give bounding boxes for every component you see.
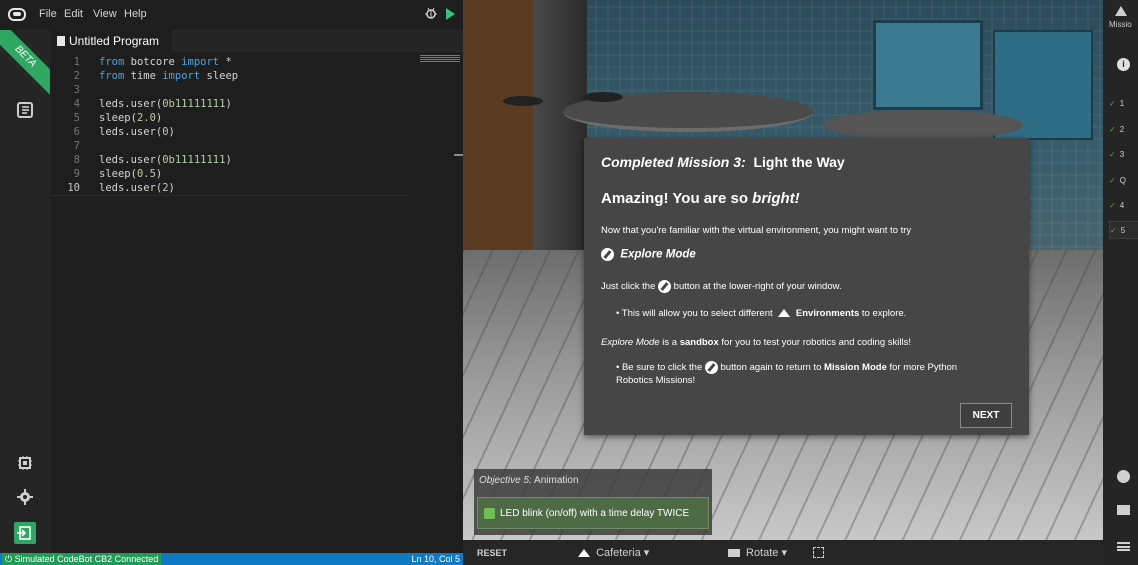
code-line: 3	[50, 84, 410, 98]
objective-title: Objective 5: Animation	[479, 475, 579, 486]
line-code: sleep(0.5)	[99, 168, 163, 180]
mission-item[interactable]: ✓ Q	[1109, 172, 1138, 190]
next-button[interactable]: NEXT	[960, 403, 1012, 428]
chip-icon[interactable]	[16, 454, 34, 472]
line-code: leds.user(0b11111111)	[99, 98, 232, 110]
info-icon[interactable]: i	[1117, 58, 1130, 71]
mission-item[interactable]: ✓ 3	[1109, 146, 1138, 164]
mission-item[interactable]: ✓ 2	[1109, 121, 1138, 139]
minimap[interactable]	[420, 54, 460, 66]
simulator-toolbar: RESET Cafeteria ▾ Rotate ▾	[463, 540, 1103, 565]
mission-complete-dialog: Completed Mission 3: Light the Way Amazi…	[584, 138, 1029, 435]
line-number: 9	[73, 168, 80, 180]
code-line: 7	[50, 140, 410, 154]
line-number: 2	[73, 70, 80, 82]
explore-mode-icon[interactable]	[1117, 470, 1130, 483]
code-line: 4 leds.user(0b11111111)	[50, 98, 410, 112]
task-label: LED blink (on/off) with a time delay TWI…	[500, 508, 690, 519]
exit-icon[interactable]	[14, 522, 36, 544]
line-code: leds.user(0b11111111)	[99, 154, 232, 166]
fit-view-icon[interactable]	[813, 547, 824, 558]
editor-pane: File Edit View Help BETA Untitled Progra…	[0, 0, 463, 565]
scene-table	[823, 110, 1023, 140]
code-line: 6 leds.user(0)	[50, 126, 410, 140]
explore-mode-heading: Explore Mode	[601, 248, 696, 261]
menu-file[interactable]: File	[39, 8, 57, 20]
code-line: 9 sleep(0.5)	[50, 168, 410, 182]
scene-wood-panel	[463, 0, 533, 270]
check-icon	[484, 508, 495, 519]
compass-icon	[658, 280, 672, 293]
menu-icon[interactable]	[1117, 542, 1130, 551]
line-code: sleep(2.0)	[99, 112, 163, 124]
scene-door	[873, 20, 983, 110]
mission-item[interactable]: ✓ 4	[1109, 197, 1138, 215]
menubar: File Edit View Help	[0, 0, 463, 30]
collapse-up-icon[interactable]	[1115, 6, 1127, 16]
dialog-bullet: • Be sure to click the button again to r…	[616, 361, 958, 387]
code-editor[interactable]: 1 from botcore import * 2 from time impo…	[50, 52, 463, 553]
debug-icon[interactable]	[424, 6, 438, 20]
reset-button[interactable]: RESET	[477, 548, 507, 558]
mountain-icon	[578, 549, 590, 558]
line-number: 10	[67, 182, 80, 194]
beta-ribbon: BETA	[0, 30, 50, 96]
line-code: leds.user(0)	[99, 126, 175, 138]
run-icon[interactable]	[446, 8, 455, 20]
mission-rail-title: Missio	[1109, 20, 1132, 29]
dialog-click-instruction: Just click the button at the lower-right…	[601, 280, 842, 293]
camera-icon	[728, 549, 740, 558]
mission-rail: Missio i ✓ 1 ✓ 2 ✓ 3 ✓ Q ✓ 4 ✓ 5	[1103, 0, 1138, 565]
compass-icon	[601, 248, 614, 261]
compass-icon	[704, 361, 718, 374]
line-code: from time import sleep	[99, 70, 239, 82]
dialog-sandbox-text: Explore Mode is a sandbox for you to tes…	[601, 337, 911, 348]
mission-item-active[interactable]: ✓ 5	[1109, 221, 1138, 239]
lessons-icon[interactable]	[16, 100, 34, 118]
line-number: 6	[73, 126, 80, 138]
app-window: File Edit View Help BETA Untitled Progra…	[0, 0, 1138, 565]
tab-label: Untitled Program	[69, 34, 160, 48]
tab-untitled-program[interactable]: Untitled Program	[50, 30, 172, 52]
dialog-title: Completed Mission 3: Light the Way	[601, 154, 845, 170]
code-line: 2 from time import sleep	[50, 70, 410, 84]
code-line: 1 from botcore import *	[50, 56, 410, 70]
dialog-intro: Now that you're familiar with the virtua…	[601, 225, 912, 236]
code-line-active: 10 leds.user(2)	[50, 182, 410, 196]
line-number: 3	[73, 84, 80, 96]
code-line: 8 leds.user(0b11111111)	[50, 154, 410, 168]
mountain-icon	[778, 309, 791, 318]
line-code: from botcore import *	[99, 56, 232, 68]
line-number: 1	[73, 56, 80, 68]
line-code: leds.user(2)	[99, 182, 175, 194]
scene-stool	[503, 96, 543, 106]
left-rail: BETA	[0, 30, 50, 553]
scene-stool	[583, 92, 623, 102]
menu-help[interactable]: Help	[124, 8, 147, 20]
dialog-headline: Amazing! You are so bright!	[601, 190, 800, 207]
status-bar: ⏻ Simulated CodeBot CB2 Connected Ln 10,…	[0, 553, 463, 565]
file-icon	[57, 36, 65, 46]
line-number: 7	[73, 140, 80, 152]
scroll-indicator	[454, 154, 463, 156]
dialog-bullet: • This will allow you to select differen…	[616, 308, 907, 319]
menu-view[interactable]: View	[93, 8, 117, 20]
menu-edit[interactable]: Edit	[64, 8, 83, 20]
line-number: 8	[73, 154, 80, 166]
camera-dropdown[interactable]: Rotate ▾	[728, 546, 787, 559]
environment-dropdown[interactable]: Cafeteria ▾	[575, 546, 649, 559]
code-line: 5 sleep(2.0)	[50, 112, 410, 126]
line-number: 5	[73, 112, 80, 124]
briefcase-icon[interactable]	[1117, 505, 1130, 515]
line-number: 4	[73, 98, 80, 110]
connection-status[interactable]: ⏻ Simulated CodeBot CB2 Connected	[2, 553, 162, 565]
objective-task: LED blink (on/off) with a time delay TWI…	[477, 497, 709, 529]
cursor-position[interactable]: Ln 10, Col 5	[411, 553, 460, 565]
objective-card: Objective 5: Animation LED blink (on/off…	[474, 469, 712, 535]
gear-icon[interactable]	[16, 488, 34, 506]
codebot-logo-icon	[8, 8, 26, 21]
mission-item[interactable]: ✓ 1	[1109, 95, 1138, 113]
